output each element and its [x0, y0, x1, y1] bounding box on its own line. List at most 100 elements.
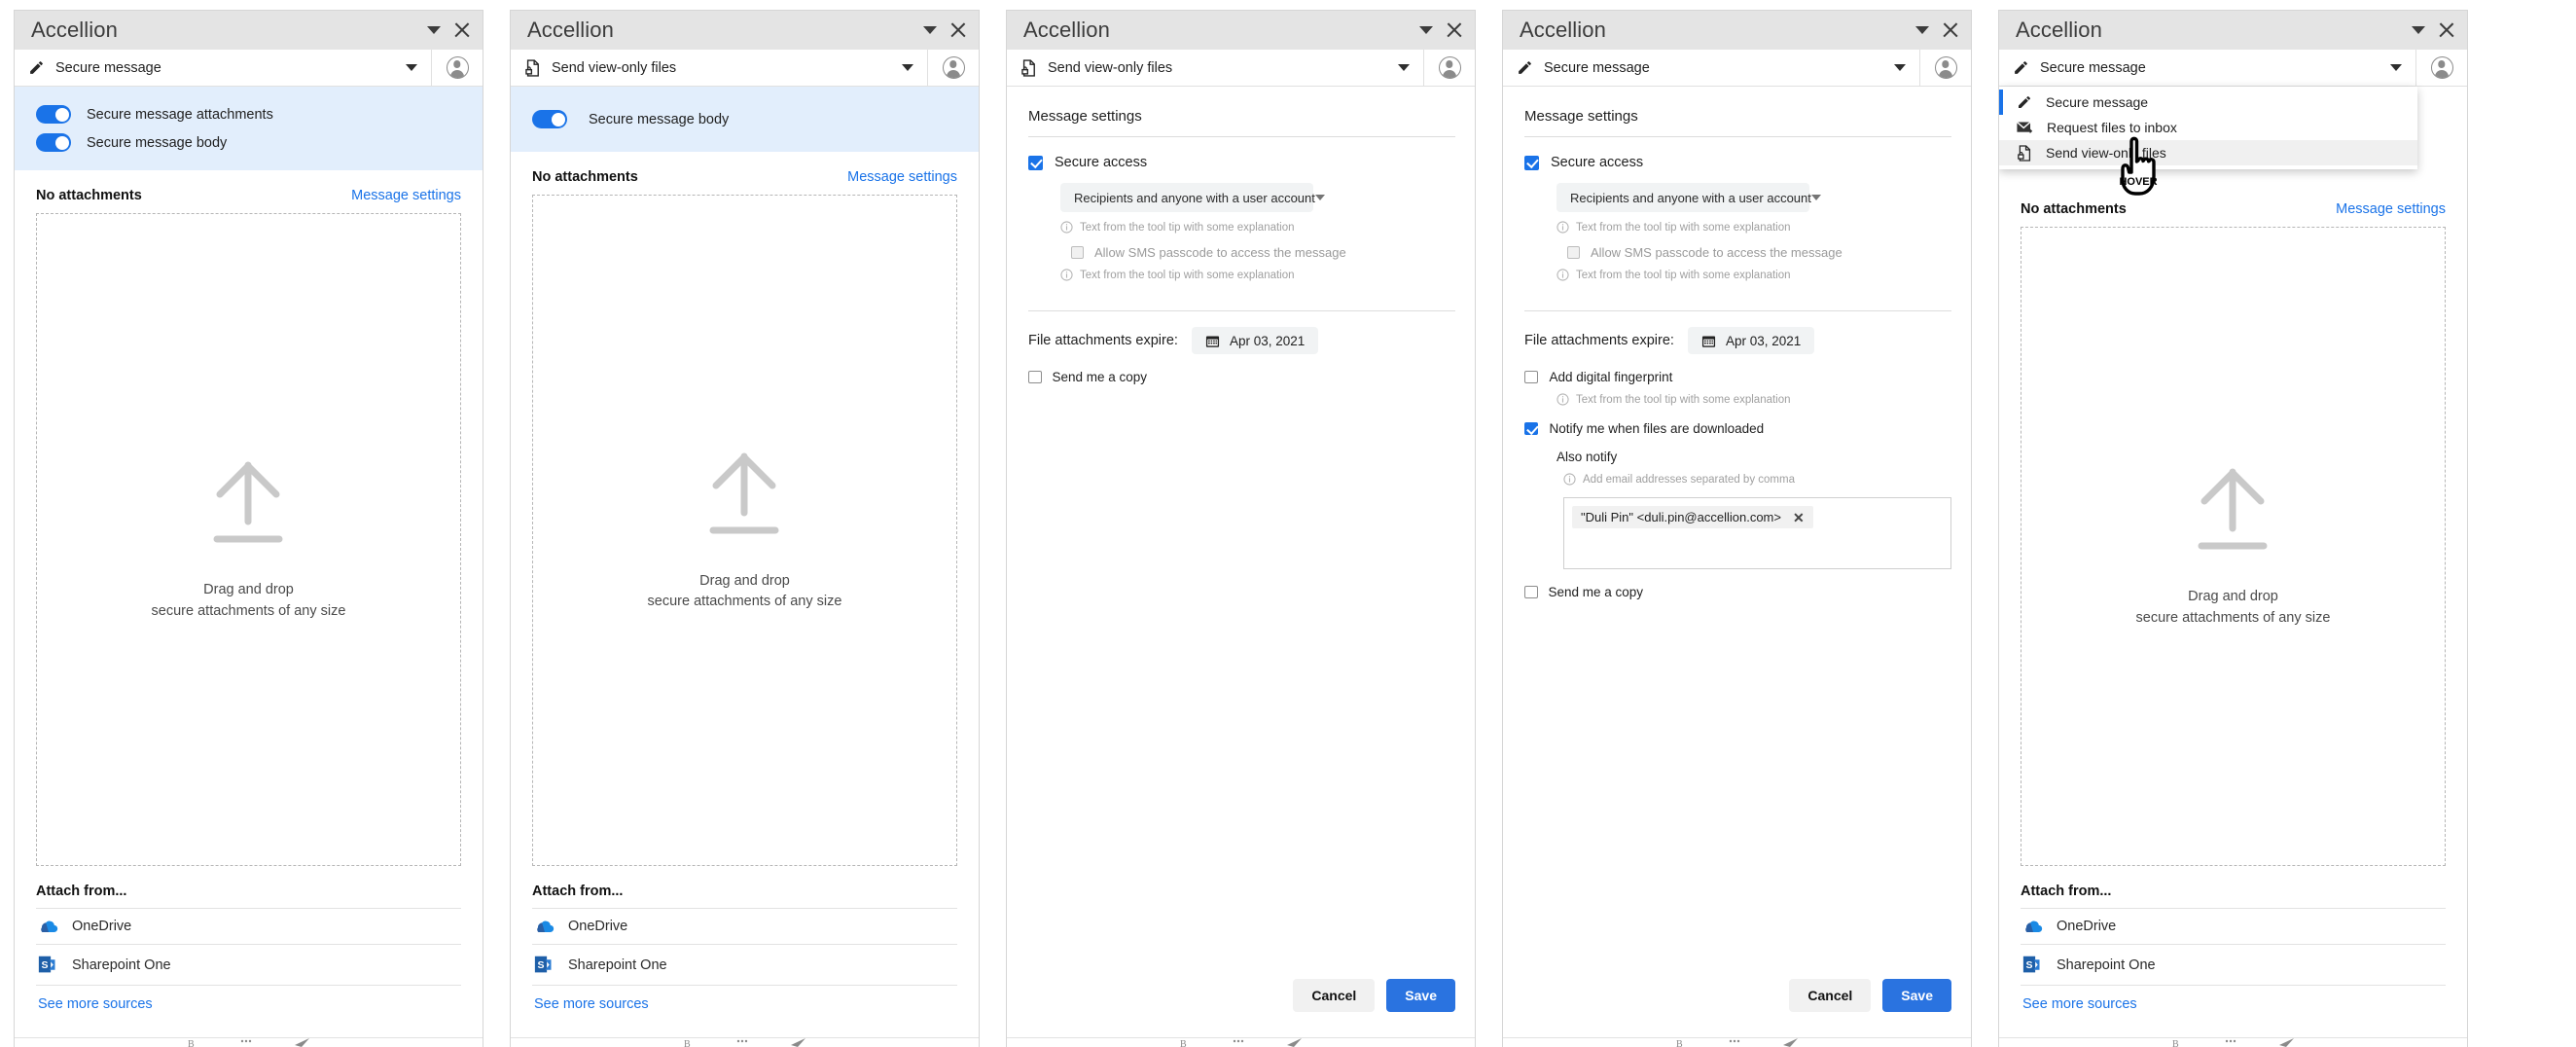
mode-selector[interactable]: Secure message	[1999, 50, 2416, 86]
more-options-icon[interactable]	[240, 1038, 252, 1047]
minimize-caret-icon[interactable]	[923, 26, 937, 34]
send-paperplane-icon[interactable]	[2278, 1038, 2295, 1047]
bold-icon[interactable]: B	[2172, 1038, 2182, 1047]
dropzone-line-1: Drag and drop	[203, 582, 294, 598]
toggle-row-body[interactable]: Secure message body	[15, 128, 483, 157]
see-more-sources-link[interactable]: See more sources	[532, 985, 957, 1012]
menu-item-request-files[interactable]: Request files to inbox	[1999, 115, 2417, 140]
menu-item-send-view-only[interactable]: Send view-only files	[1999, 140, 2417, 165]
allow-sms-tooltip: Text from the tool tip with some explana…	[1556, 269, 1951, 281]
remove-email-chip-icon[interactable]: ✕	[1793, 511, 1805, 524]
source-onedrive[interactable]: OneDrive	[2021, 908, 2446, 944]
secure-access-checkbox[interactable]	[1028, 155, 1043, 170]
message-settings-pane: Message settings Secure access Recipient…	[1503, 87, 1971, 1047]
notify-downloaded-row[interactable]: Notify me when files are downloaded	[1524, 421, 1951, 436]
toggle-secure-body[interactable]	[532, 110, 567, 128]
minimize-caret-icon[interactable]	[1419, 26, 1433, 34]
add-fingerprint-row[interactable]: Add digital fingerprint	[1524, 370, 1951, 384]
send-paperplane-icon[interactable]	[294, 1038, 310, 1047]
allow-sms-checkbox[interactable]	[1071, 246, 1084, 259]
source-onedrive[interactable]: OneDrive	[36, 908, 461, 944]
send-me-copy-row[interactable]: Send me a copy	[1028, 370, 1455, 384]
chevron-down-icon	[1398, 64, 1410, 71]
close-icon[interactable]	[1943, 23, 1957, 38]
allow-sms-checkbox[interactable]	[1567, 246, 1580, 259]
save-button[interactable]: Save	[1882, 979, 1951, 1012]
send-me-copy-row[interactable]: Send me a copy	[1524, 585, 1951, 599]
bold-icon[interactable]: B	[188, 1038, 197, 1047]
source-onedrive[interactable]: OneDrive	[532, 908, 957, 944]
mode-selector[interactable]: Send view-only files	[1007, 50, 1424, 86]
toggle-row-body[interactable]: Secure message body	[511, 105, 979, 133]
source-sharepoint[interactable]: S Sharepoint One	[2021, 944, 2446, 985]
save-button[interactable]: Save	[1386, 979, 1455, 1012]
bold-icon[interactable]: B	[1180, 1038, 1190, 1047]
more-options-icon[interactable]	[1729, 1038, 1740, 1047]
also-notify-input[interactable]: "Duli Pin" <duli.pin@accellion.com> ✕	[1563, 497, 1951, 569]
file-dropzone[interactable]: Drag and drop secure attachments of any …	[532, 195, 957, 866]
upload-arrow-icon	[699, 449, 789, 542]
see-more-sources-link[interactable]: See more sources	[36, 985, 461, 1012]
more-options-icon[interactable]	[736, 1038, 748, 1047]
mode-selector[interactable]: Send view-only files	[511, 50, 928, 86]
close-icon[interactable]	[2439, 23, 2453, 38]
cancel-button[interactable]: Cancel	[1293, 979, 1376, 1012]
mode-selector[interactable]: Secure message	[1503, 50, 1920, 86]
account-avatar-button[interactable]	[432, 50, 483, 86]
secure-access-row[interactable]: Secure access	[1524, 155, 1951, 170]
send-me-copy-checkbox[interactable]	[1028, 370, 1042, 384]
access-scope-select[interactable]: Recipients and anyone with a user accoun…	[1060, 183, 1325, 212]
message-settings-link[interactable]: Message settings	[2336, 201, 2446, 217]
source-sharepoint[interactable]: S Sharepoint One	[36, 944, 461, 985]
secure-access-row[interactable]: Secure access	[1028, 155, 1455, 170]
expiry-date-picker[interactable]: Apr 03, 2021	[1191, 327, 1319, 354]
send-paperplane-icon[interactable]	[790, 1038, 806, 1047]
allow-sms-tooltip: Text from the tool tip with some explana…	[1060, 269, 1455, 281]
notify-downloaded-checkbox[interactable]	[1524, 421, 1538, 436]
info-icon	[1556, 269, 1569, 281]
send-paperplane-icon[interactable]	[1782, 1038, 1799, 1047]
send-me-copy-checkbox[interactable]	[1524, 585, 1538, 599]
toggle-secure-attachments[interactable]	[36, 105, 71, 124]
expiry-date-picker[interactable]: Apr 03, 2021	[1687, 327, 1815, 354]
allow-sms-row[interactable]: Allow SMS passcode to access the message	[1071, 245, 1455, 260]
account-avatar-button[interactable]	[1424, 50, 1475, 86]
file-dropzone[interactable]: Drag and drop secure attachments of any …	[2021, 227, 2446, 866]
file-dropzone[interactable]: Drag and drop secure attachments of any …	[36, 213, 461, 866]
cancel-button[interactable]: Cancel	[1789, 979, 1872, 1012]
account-avatar-button[interactable]	[1920, 50, 1971, 86]
message-settings-link[interactable]: Message settings	[351, 188, 461, 203]
bold-icon[interactable]: B	[1676, 1038, 1686, 1047]
minimize-caret-icon[interactable]	[2412, 26, 2425, 34]
minimize-caret-icon[interactable]	[1915, 26, 1929, 34]
attach-from-title: Attach from...	[532, 884, 624, 899]
more-options-icon[interactable]	[2225, 1038, 2236, 1047]
account-avatar-button[interactable]	[928, 50, 979, 86]
close-icon[interactable]	[950, 23, 965, 38]
more-options-icon[interactable]	[1233, 1038, 1244, 1047]
access-scope-select[interactable]: Recipients and anyone with a user accoun…	[1556, 183, 1821, 212]
secure-access-checkbox[interactable]	[1524, 155, 1539, 170]
source-label: OneDrive	[568, 919, 628, 934]
mode-selector[interactable]: Secure message	[15, 50, 432, 86]
source-sharepoint[interactable]: S Sharepoint One	[532, 944, 957, 985]
close-icon[interactable]	[1447, 23, 1461, 38]
pencil-icon	[2017, 94, 2032, 110]
close-icon[interactable]	[454, 23, 469, 38]
toggle-row-attachments[interactable]: Secure message attachments	[15, 100, 483, 128]
allow-sms-row[interactable]: Allow SMS passcode to access the message	[1567, 245, 1951, 260]
account-avatar-button[interactable]	[2416, 50, 2467, 86]
tooltip-text: Text from the tool tip with some explana…	[1576, 393, 1791, 406]
send-paperplane-icon[interactable]	[1286, 1038, 1303, 1047]
toggle-secure-body[interactable]	[36, 133, 71, 152]
message-settings-link[interactable]: Message settings	[847, 169, 957, 185]
calendar-icon	[1205, 334, 1220, 348]
mode-selector-row: Secure message	[15, 50, 483, 87]
see-more-sources-link[interactable]: See more sources	[2021, 985, 2446, 1012]
menu-item-secure-message[interactable]: Secure message	[1999, 90, 2417, 115]
add-fingerprint-checkbox[interactable]	[1524, 370, 1538, 384]
bold-icon[interactable]: B	[684, 1038, 694, 1047]
sharepoint-icon: S	[38, 955, 58, 975]
minimize-caret-icon[interactable]	[427, 26, 441, 34]
expiry-row: File attachments expire: Apr 03, 2021	[1028, 327, 1455, 354]
